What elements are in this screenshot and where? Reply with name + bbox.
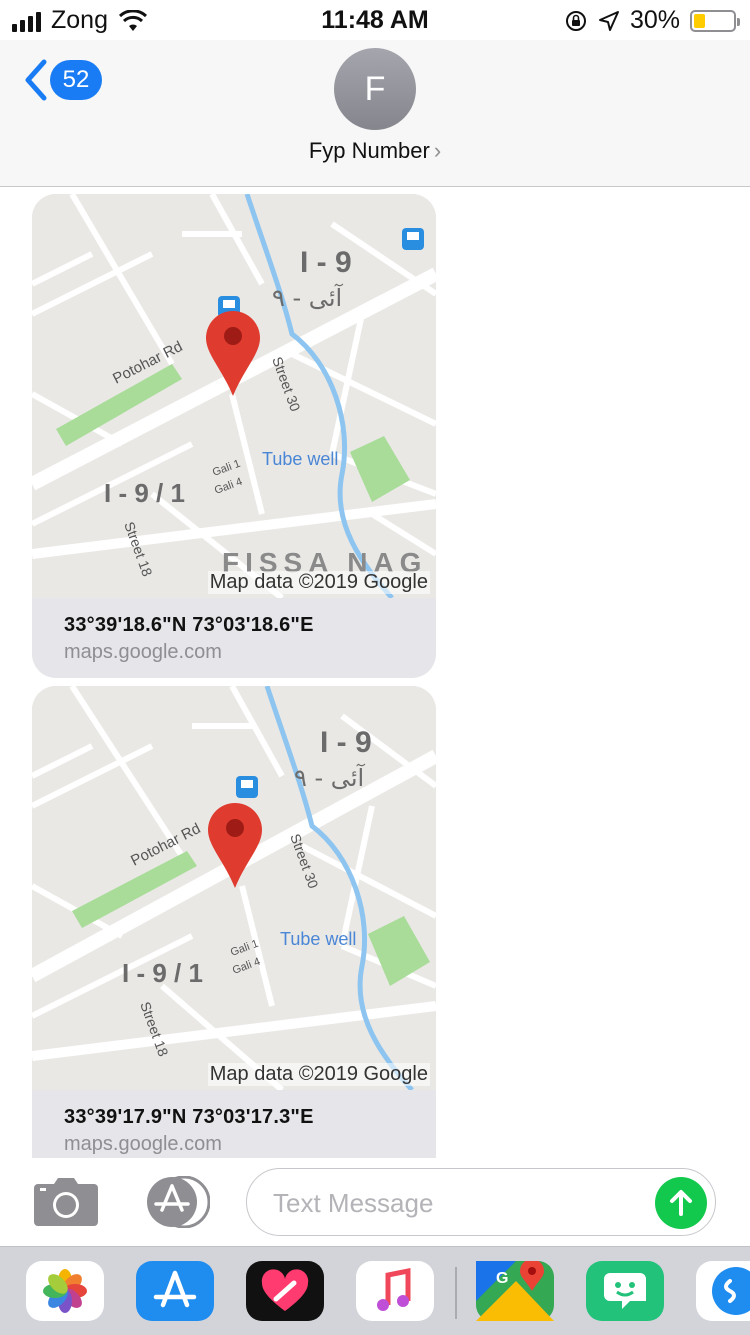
google-maps-icon: G: [476, 1259, 554, 1321]
music-app[interactable]: [356, 1261, 434, 1321]
unread-count-badge: 52: [50, 60, 102, 100]
send-button[interactable]: [655, 1177, 707, 1229]
conversation-header: 52 F Fyp Number ›: [0, 40, 750, 187]
svg-text:G: G: [496, 1270, 508, 1287]
map-image: I - 9 آئی - ٩ Potohar Rd Street 30 Stree…: [32, 686, 436, 1090]
photos-app[interactable]: [26, 1261, 104, 1321]
message-field[interactable]: [246, 1168, 716, 1236]
dock-divider: [455, 1267, 457, 1319]
location-message-bubble[interactable]: I - 9 آئی - ٩ Potohar Rd Street 30 Stree…: [32, 194, 436, 678]
map-poi-label: Tube well: [262, 449, 338, 469]
rotation-lock-icon: [565, 10, 586, 31]
map-urdu-label: آئی - ٩: [294, 763, 365, 792]
location-message-bubble[interactable]: I - 9 آئی - ٩ Potohar Rd Street 30 Stree…: [32, 686, 436, 1158]
link-domain: maps.google.com: [64, 1133, 222, 1155]
contact-name: Fyp Number: [308, 138, 430, 163]
battery-icon: [690, 9, 740, 32]
map-credit: Map data ©2019 Google: [207, 571, 430, 594]
google-maps-app[interactable]: G: [476, 1259, 554, 1321]
map-credit: Map data ©2019 Google: [207, 1063, 430, 1086]
battery-level: [694, 13, 705, 28]
link-domain: maps.google.com: [64, 641, 222, 663]
map-preview[interactable]: I - 9 آئی - ٩ Potohar Rd Street 30 Stree…: [32, 194, 436, 598]
app-store-icon: [153, 1270, 197, 1308]
music-icon: [377, 1267, 411, 1311]
camera-icon[interactable]: [34, 1178, 98, 1226]
map-subsector-label: I - 9 / 1: [104, 478, 185, 508]
bitmoji-app[interactable]: [586, 1261, 664, 1321]
app-store-app[interactable]: [136, 1261, 214, 1321]
app-store-icon[interactable]: [142, 1176, 210, 1228]
coordinates-text: 33°39'18.6"N 73°03'18.6"E: [64, 614, 314, 636]
bus-stop-icon: [236, 776, 258, 798]
heart-app[interactable]: [246, 1261, 324, 1321]
map-poi-label: Tube well: [280, 929, 356, 949]
map-subsector-label: I - 9 / 1: [122, 958, 203, 988]
map-image: I - 9 آئی - ٩ Potohar Rd Street 30 Stree…: [32, 194, 436, 598]
map-sector-label: I - 9: [320, 726, 372, 759]
contact-name-button[interactable]: Fyp Number ›: [0, 138, 750, 164]
heart-app-icon: [261, 1269, 309, 1311]
link-caption: 33°39'18.6"N 73°03'18.6"E maps.google.co…: [32, 598, 436, 678]
map-urdu-label: آئی - ٩: [272, 283, 343, 312]
contact-avatar[interactable]: F: [334, 48, 416, 130]
message-input-bar: [0, 1160, 750, 1246]
shazam-icon: [712, 1267, 750, 1315]
photos-icon: [43, 1269, 87, 1313]
battery-percentage: 30%: [629, 6, 680, 34]
back-button[interactable]: 52: [22, 58, 102, 102]
map-preview[interactable]: I - 9 آئی - ٩ Potohar Rd Street 30 Stree…: [32, 686, 436, 1090]
send-arrow-icon: [670, 1190, 692, 1216]
app-drawer: G: [0, 1246, 750, 1335]
location-arrow-icon: [598, 10, 619, 31]
chevron-left-icon: [25, 59, 47, 101]
bitmoji-icon: [604, 1273, 646, 1309]
coordinates-text: 33°39'17.9"N 73°03'17.3"E: [64, 1106, 314, 1128]
link-caption: 33°39'17.9"N 73°03'17.3"E maps.google.co…: [32, 1090, 436, 1158]
chevron-right-icon: ›: [433, 138, 442, 163]
status-bar: Zong 11:48 AM 30%: [0, 0, 750, 40]
map-sector-label: I - 9: [300, 246, 352, 279]
shazam-app[interactable]: [696, 1261, 750, 1321]
message-input[interactable]: [271, 1179, 635, 1227]
bus-stop-icon: [402, 228, 424, 250]
